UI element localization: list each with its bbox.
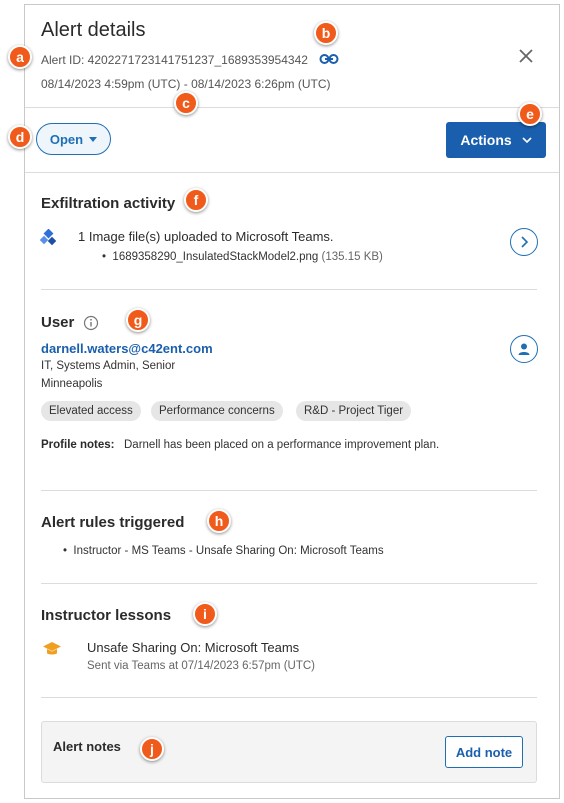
profile-notes: Darnell has been placed on a performance… (124, 439, 440, 451)
user-role: IT, Systems Admin, Senior (41, 360, 176, 372)
file-list-item: • 1689358290_InsulatedStackModel2.png (1… (102, 251, 383, 263)
annotation-marker-f: f (184, 188, 208, 212)
alert-notes-box: Alert notes Add note (41, 721, 537, 783)
annotation-marker-g: g (126, 308, 150, 332)
page-title: Alert details (41, 19, 146, 41)
chevron-right-icon (521, 236, 528, 248)
close-icon[interactable] (515, 45, 537, 67)
user-title: User (41, 314, 75, 331)
section-divider (41, 289, 537, 290)
caret-down-icon (89, 136, 98, 142)
annotation-marker-i: i (193, 602, 217, 626)
status-dropdown[interactable]: Open (36, 123, 111, 155)
profile-notes-label: Profile notes: (41, 439, 115, 451)
rule-list-item: • Instructor - MS Teams - Unsafe Sharing… (63, 545, 384, 557)
rules-title: Alert rules triggered (41, 514, 185, 531)
user-email-link[interactable]: darnell.waters@c42ent.com (41, 341, 213, 356)
user-profile-button[interactable] (510, 335, 538, 363)
user-tag: Elevated access (41, 401, 141, 421)
annotation-marker-d: d (8, 125, 32, 149)
notes-title: Alert notes (53, 739, 121, 754)
annotation-marker-j: j (140, 737, 164, 761)
section-divider (41, 697, 537, 698)
lessons-title: Instructor lessons (41, 607, 172, 624)
exfiltration-summary: 1 Image file(s) uploaded to Microsoft Te… (78, 229, 334, 244)
annotation-marker-e: e (518, 102, 542, 126)
user-location: Minneapolis (41, 378, 103, 390)
section-divider (41, 490, 537, 491)
user-profile-icon (518, 343, 530, 355)
annotation-marker-h: h (207, 509, 231, 533)
section-divider (41, 583, 537, 584)
toolbar-divider (25, 172, 559, 173)
user-tag: Performance concerns (151, 401, 283, 421)
actions-button[interactable]: Actions (446, 122, 546, 158)
alert-time-range: 08/14/2023 4:59pm (UTC) - 08/14/2023 6:2… (41, 77, 331, 91)
info-icon[interactable] (83, 315, 99, 331)
annotation-marker-c: c (174, 91, 198, 115)
teams-icon (40, 229, 57, 246)
add-note-button[interactable]: Add note (445, 736, 523, 768)
header-divider (25, 107, 559, 108)
alert-id: Alert ID: 4202271723141751237_1689353954… (41, 53, 308, 67)
rule-name: Instructor - MS Teams - Unsafe Sharing O… (73, 545, 384, 557)
lesson-title: Unsafe Sharing On: Microsoft Teams (87, 640, 300, 655)
graduation-cap-icon (43, 642, 61, 655)
bullet: • (63, 545, 74, 557)
link-icon[interactable] (319, 52, 339, 66)
file-name: 1689358290_InsulatedStackModel2.png (112, 251, 319, 263)
chevron-down-icon (522, 137, 532, 143)
bullet: • (102, 251, 113, 263)
exfiltration-details-button[interactable] (510, 228, 538, 256)
annotation-marker-b: b (314, 21, 338, 45)
lesson-meta: Sent via Teams at 07/14/2023 6:57pm (UTC… (87, 660, 315, 672)
user-tag: R&D - Project Tiger (296, 401, 412, 421)
annotation-marker-a: a (8, 45, 32, 69)
status-label: Open (49, 131, 84, 147)
actions-label: Actions (460, 132, 512, 148)
file-size: (135.15 KB) (321, 251, 383, 263)
alert-details-panel: Alert details Alert ID: 4202271723141751… (24, 4, 560, 799)
exfiltration-title: Exfiltration activity (41, 195, 176, 212)
